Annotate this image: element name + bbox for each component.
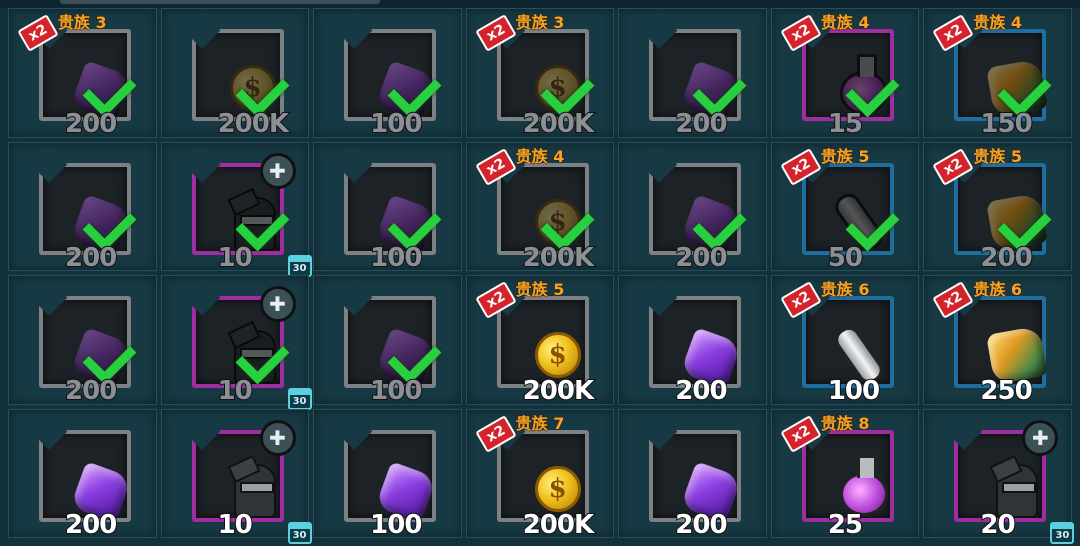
item-frame: 200 [640,12,747,140]
reward-slot[interactable]: 贵族 6 250 x2 [923,275,1072,407]
reward-slot[interactable]: 10 30 ✚ [160,275,312,410]
item-frame: 200 [946,145,1052,274]
item-amount: 200 [674,375,728,407]
item-frame: 200 [30,279,137,407]
item-amount: 200 [64,509,118,541]
puzzle-piece-icon: ✚ [259,152,296,189]
calendar-icon: 30 [287,521,312,544]
item-frame: 200 [640,145,747,274]
item-amount: 50 [827,242,864,274]
reward-slot[interactable]: 贵族 6 100 x2 [770,275,920,407]
item-frame: 50 [793,145,900,274]
item-amount: 100 [369,375,423,407]
reward-slot[interactable]: 贵族 4 $200K x2 [465,141,615,274]
item-amount: 100 [369,108,423,140]
puzzle-piece-icon: ✚ [259,419,296,456]
reward-slot[interactable]: 200 [618,275,767,407]
reward-slot[interactable]: 贵族 8 25 x2 [770,408,920,541]
item-amount: 100 [369,509,423,541]
item-frame: 100 [335,145,442,274]
item-frame: $200K [183,12,290,140]
item-amount: 100 [827,375,881,407]
reward-slot[interactable]: 贵族 5 $200K x2 [465,275,615,407]
item-frame: 200 [640,279,743,407]
item-frame: 200 [30,12,137,140]
item-amount: 200K [522,242,595,274]
item-amount: 200 [674,242,728,274]
item-frame: 100 [335,412,437,541]
item-frame: $200K [488,145,595,274]
reward-slot[interactable]: 200 [618,8,767,140]
item-amount: 15 [827,108,864,140]
calendar-icon: 30 [1050,521,1075,544]
reward-slot[interactable]: 贵族 5 50 x2 [770,141,920,274]
reward-slot[interactable]: $200K [160,8,310,140]
gold-coin-icon: $ [534,465,581,512]
item-frame: $200K [488,412,595,541]
reward-slot[interactable]: 贵族 3 $200K x2 [465,8,615,140]
item-frame: 200 [640,412,743,541]
reward-slot[interactable]: 200 [618,141,767,274]
puzzle-piece-icon: ✚ [1022,419,1059,456]
reward-slot[interactable]: 200 [8,408,157,541]
reward-slot[interactable]: 贵族 7 $200K x2 [465,408,615,541]
item-amount: 200K [217,108,290,140]
reward-slot[interactable]: 贵族 5 200 x2 [923,141,1072,274]
item-amount: 200 [64,108,118,140]
item-amount: 250 [979,375,1033,407]
reward-slot[interactable]: 10 30 ✚ [160,408,312,544]
item-amount: 150 [979,108,1033,140]
item-amount: 200K [522,108,595,140]
reward-slot[interactable]: 100 [313,141,462,274]
reward-slot[interactable]: 10 30 ✚ [160,141,312,277]
reward-slot[interactable]: 200 [8,141,157,274]
item-amount: 100 [369,242,423,274]
item-amount: 10 [217,242,254,274]
reward-slot[interactable]: 100 [313,408,462,541]
reward-slot[interactable]: 100 [313,275,462,407]
reward-slot[interactable]: 200 [8,275,157,407]
reward-slot[interactable]: 贵族 3 200 x2 [8,8,157,140]
top-bar-handle [60,0,380,4]
calendar-icon: 30 [287,388,312,410]
item-amount: 25 [827,509,864,541]
reward-slot[interactable]: 200 [618,408,767,541]
item-frame: 15 [793,12,900,140]
item-amount: 200 [979,242,1033,274]
reward-grid: 贵族 3 200 x2 $200K 100 贵族 3 $200K x2 200 贵族 4 15 x2 贵… [8,8,1075,544]
item-amount: 200K [522,375,595,407]
item-frame: 100 [793,279,894,407]
item-frame: 200 [30,145,137,274]
puzzle-piece-icon: ✚ [259,286,296,322]
item-amount: 200 [674,108,728,140]
reward-slot[interactable]: 20 30 ✚ [923,408,1075,544]
gold-coin-icon: $ [534,332,581,378]
item-frame: 150 [946,12,1052,140]
item-amount: 10 [217,375,254,407]
item-frame: $200K [488,279,595,407]
item-amount: 200 [64,242,118,274]
reward-slot[interactable]: 100 [313,8,462,140]
top-bar [0,0,1080,8]
item-amount: 20 [979,509,1016,541]
item-amount: 10 [217,509,254,541]
item-amount: 200 [674,509,728,541]
item-amount: 200K [522,509,595,541]
reward-slot[interactable]: 贵族 4 15 x2 [770,8,920,140]
calendar-icon: 30 [287,254,312,277]
item-frame: 250 [946,279,1049,407]
item-amount: 200 [64,375,118,407]
item-frame: 100 [335,279,442,407]
item-frame: 25 [793,412,894,541]
item-frame: 200 [30,412,132,541]
reward-slot[interactable]: 贵族 4 150 x2 [923,8,1072,140]
item-frame: 100 [335,12,442,140]
item-frame: $200K [488,12,595,140]
